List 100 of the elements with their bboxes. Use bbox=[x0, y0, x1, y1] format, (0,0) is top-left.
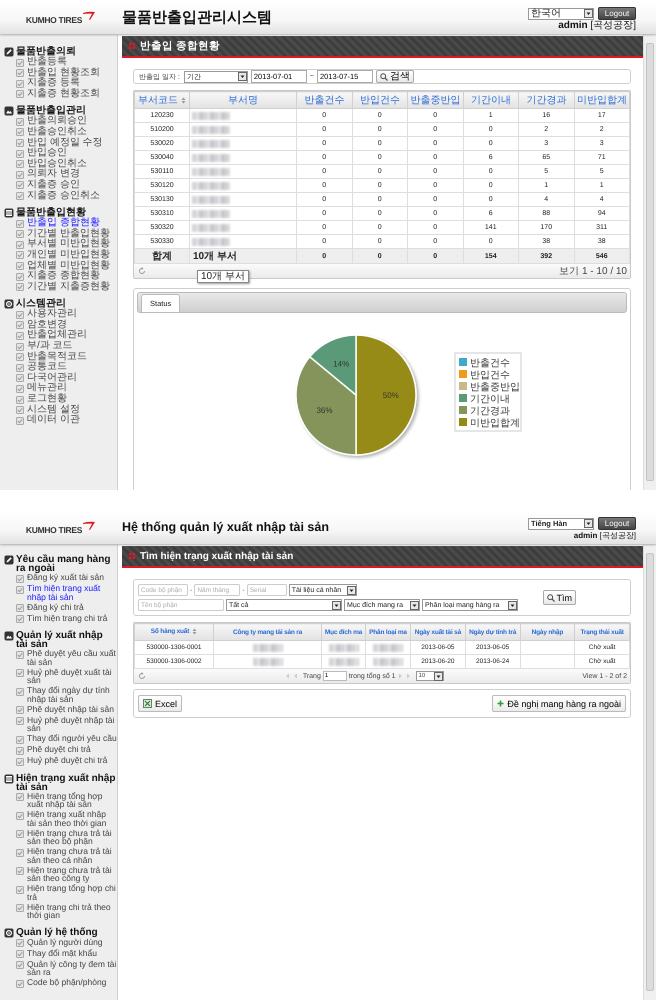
menu-item[interactable]: 공통코드 bbox=[27, 362, 67, 373]
check-icon bbox=[16, 650, 24, 658]
menu-item[interactable]: Hiện trạng tổng hợp xuất nhập tài sản bbox=[27, 792, 117, 808]
search-button[interactable]: 검색 bbox=[376, 70, 414, 83]
user-info: admin [곡성공장] bbox=[574, 531, 636, 541]
menu-item[interactable]: Tìm hiện trạng xuất nhập tài sản bbox=[27, 584, 117, 601]
menu-item[interactable]: 반입승인 bbox=[27, 148, 67, 159]
menu-item[interactable]: 로그현황 bbox=[27, 394, 67, 405]
menu-item[interactable]: 반입승인취소 bbox=[27, 158, 87, 170]
menu-item[interactable]: 부/과 코드 bbox=[27, 341, 73, 352]
menu-item[interactable]: Huỷ phê duyệt chi trả bbox=[27, 756, 117, 764]
check-icon bbox=[16, 406, 24, 414]
menu-item[interactable]: Hiện trạng chi trả theo thời gian bbox=[27, 902, 117, 920]
menu-item[interactable]: 지출증 승인 bbox=[27, 180, 80, 191]
menu-group-title[interactable]: Quản lý xuất nhập tài sản bbox=[16, 631, 117, 649]
redacted-block bbox=[373, 644, 403, 652]
logout-button[interactable]: Logout bbox=[598, 517, 636, 530]
menu-group-title[interactable]: 시스템관리 bbox=[16, 298, 66, 310]
menu-group-title[interactable]: Yêu cầu mang hàng ra ngoài bbox=[16, 555, 117, 573]
menu-group-title[interactable]: 물품반출의뢰 bbox=[16, 46, 76, 57]
menu-item[interactable]: 반출입 종합현황 bbox=[27, 218, 100, 229]
total-cell: 10개 부서 bbox=[190, 248, 296, 264]
column-header[interactable]: 미반입합계 bbox=[574, 92, 630, 108]
check-icon bbox=[16, 706, 24, 714]
menu-item[interactable]: 반출입 현황조회 bbox=[27, 68, 100, 78]
column-header[interactable]: 부서명 bbox=[190, 92, 296, 108]
redacted-block bbox=[192, 168, 230, 176]
menu-item[interactable]: Hiện trạng xuất nhập tài sản theo thời gian bbox=[27, 810, 117, 827]
menu-item[interactable]: 암호변경 bbox=[27, 320, 67, 330]
menu-item[interactable]: 메뉴관리 bbox=[27, 383, 67, 394]
menu-item[interactable]: Tìm hiện trạng chi trả bbox=[27, 614, 117, 622]
redacted-block bbox=[252, 658, 282, 666]
menu-item[interactable]: Thay đổi ngày dự tính nhập tài sản bbox=[27, 686, 117, 703]
menu-item[interactable]: 반출목적코드 bbox=[27, 352, 87, 362]
menu-item[interactable]: Phê duyệt chi trả bbox=[27, 745, 117, 754]
menu-item[interactable]: 개인별 미반입현황 bbox=[27, 250, 110, 260]
menu-group-title[interactable]: 물품반출입관리 bbox=[16, 105, 86, 116]
menu-item[interactable]: Hiện trạng chưa trả tài sản theo bộ phận bbox=[27, 828, 117, 846]
menu-item[interactable]: Code bộ phận/phòng bbox=[27, 978, 117, 986]
excel-button[interactable]: Excel bbox=[138, 695, 182, 712]
request-button[interactable]: Đề nghị mang hàng ra ngoài bbox=[492, 695, 626, 712]
bullet-icon bbox=[129, 553, 135, 559]
menu-item[interactable]: 의뢰자 변경 bbox=[27, 169, 80, 180]
menu-item[interactable]: 지출증 종합현황 bbox=[27, 271, 100, 282]
menu-item[interactable]: Phê duyệt nhập tài sản bbox=[27, 704, 117, 713]
menu-group-title[interactable]: Hiện trạng xuất nhập tài sản bbox=[16, 774, 117, 792]
menu-item[interactable]: Phê duyệt yêu cầu xuất tài sản bbox=[27, 649, 117, 666]
menu-item[interactable]: 기간별 지출증현황 bbox=[27, 282, 110, 292]
menu-item[interactable]: 반출등록 bbox=[27, 57, 67, 68]
column-header[interactable]: 기간이내 bbox=[463, 92, 518, 108]
menu-item[interactable]: 기간별 반출입현황 bbox=[27, 228, 110, 240]
redacted-block bbox=[192, 140, 230, 148]
refresh-icon bbox=[138, 672, 146, 680]
logout-button[interactable]: Logout bbox=[598, 7, 636, 20]
menu-item[interactable]: 반출업체관리 bbox=[27, 330, 87, 342]
language-select[interactable]: 한국어 bbox=[528, 8, 594, 20]
menu-item[interactable]: 다국어관리 bbox=[27, 372, 77, 384]
menu-item[interactable]: Hiện trạng chưa trả tài sản theo công ty bbox=[27, 866, 117, 882]
menu-item[interactable]: 지출증 등록 bbox=[27, 78, 80, 89]
menu-item[interactable]: Huỷ phê duyệt xuất tài sản bbox=[27, 668, 117, 684]
swoosh-icon bbox=[82, 11, 96, 21]
scrollbar[interactable] bbox=[643, 544, 656, 1000]
scroll-thumb[interactable] bbox=[646, 43, 654, 481]
menu-item[interactable]: 반출승인취소 bbox=[27, 126, 87, 138]
column-header[interactable]: 반출중반입 bbox=[408, 92, 463, 108]
redacted-block bbox=[328, 658, 358, 666]
check-icon bbox=[16, 830, 24, 838]
picture-icon bbox=[4, 106, 14, 116]
menu-item[interactable]: Huỷ phê duyệt nhập tài sản bbox=[27, 716, 117, 732]
menu-item[interactable]: Hiện trạng chưa trả tài sản theo cá nhân bbox=[27, 847, 117, 864]
menu-group-title[interactable]: Quản lý hệ thống bbox=[16, 928, 117, 936]
menu-item[interactable]: Thay đổi người yêu cầu bbox=[27, 734, 117, 742]
menu-item[interactable]: Đăng ký xuất tài sản bbox=[27, 573, 117, 582]
menu-item[interactable]: 데이터 이관 bbox=[27, 415, 80, 426]
menu-item[interactable]: 지출증 승인취소 bbox=[27, 190, 100, 202]
column-header[interactable]: 부서코드 bbox=[134, 92, 190, 108]
menu-item[interactable]: 업체별 미반입현황 bbox=[27, 260, 110, 272]
check-icon bbox=[16, 272, 24, 281]
legend-label: 미반입합계 bbox=[470, 418, 520, 429]
scroll-thumb[interactable] bbox=[646, 553, 654, 991]
menu-item[interactable]: Đăng ký chi trả bbox=[27, 602, 117, 611]
menu-item[interactable]: 부서별 미반입현황 bbox=[27, 239, 110, 250]
menu-item[interactable]: 사용자관리 bbox=[27, 309, 77, 320]
total-cell: 합계 bbox=[134, 248, 190, 264]
logo-text: KUMHO TIRES bbox=[26, 525, 82, 535]
column-header[interactable]: 기간경과 bbox=[518, 92, 574, 108]
menu-group-title[interactable]: 물품반출입현황 bbox=[16, 207, 86, 218]
menu-item[interactable]: Hiện trạng tổng hợp chi trả bbox=[27, 884, 117, 901]
menu-item[interactable]: 반입 예정일 수정 bbox=[27, 138, 103, 148]
column-header[interactable]: 반입건수 bbox=[352, 92, 408, 108]
menu-item[interactable]: 시스템 설정 bbox=[27, 404, 80, 416]
menu-item[interactable]: Thay đổi mật khẩu bbox=[27, 948, 117, 957]
search-button[interactable]: Tìm bbox=[542, 590, 576, 605]
check-icon bbox=[16, 904, 24, 912]
menu-item[interactable]: Quản lý người dùng bbox=[27, 938, 117, 946]
scrollbar[interactable] bbox=[643, 34, 656, 490]
menu-item[interactable]: 반출의뢰승인 bbox=[27, 116, 87, 127]
menu-item[interactable]: Quản lý công ty đem tài sản ra bbox=[27, 960, 117, 976]
column-header[interactable]: 반출건수 bbox=[296, 92, 352, 108]
menu-item[interactable]: 지출증 현황조회 bbox=[27, 88, 100, 100]
